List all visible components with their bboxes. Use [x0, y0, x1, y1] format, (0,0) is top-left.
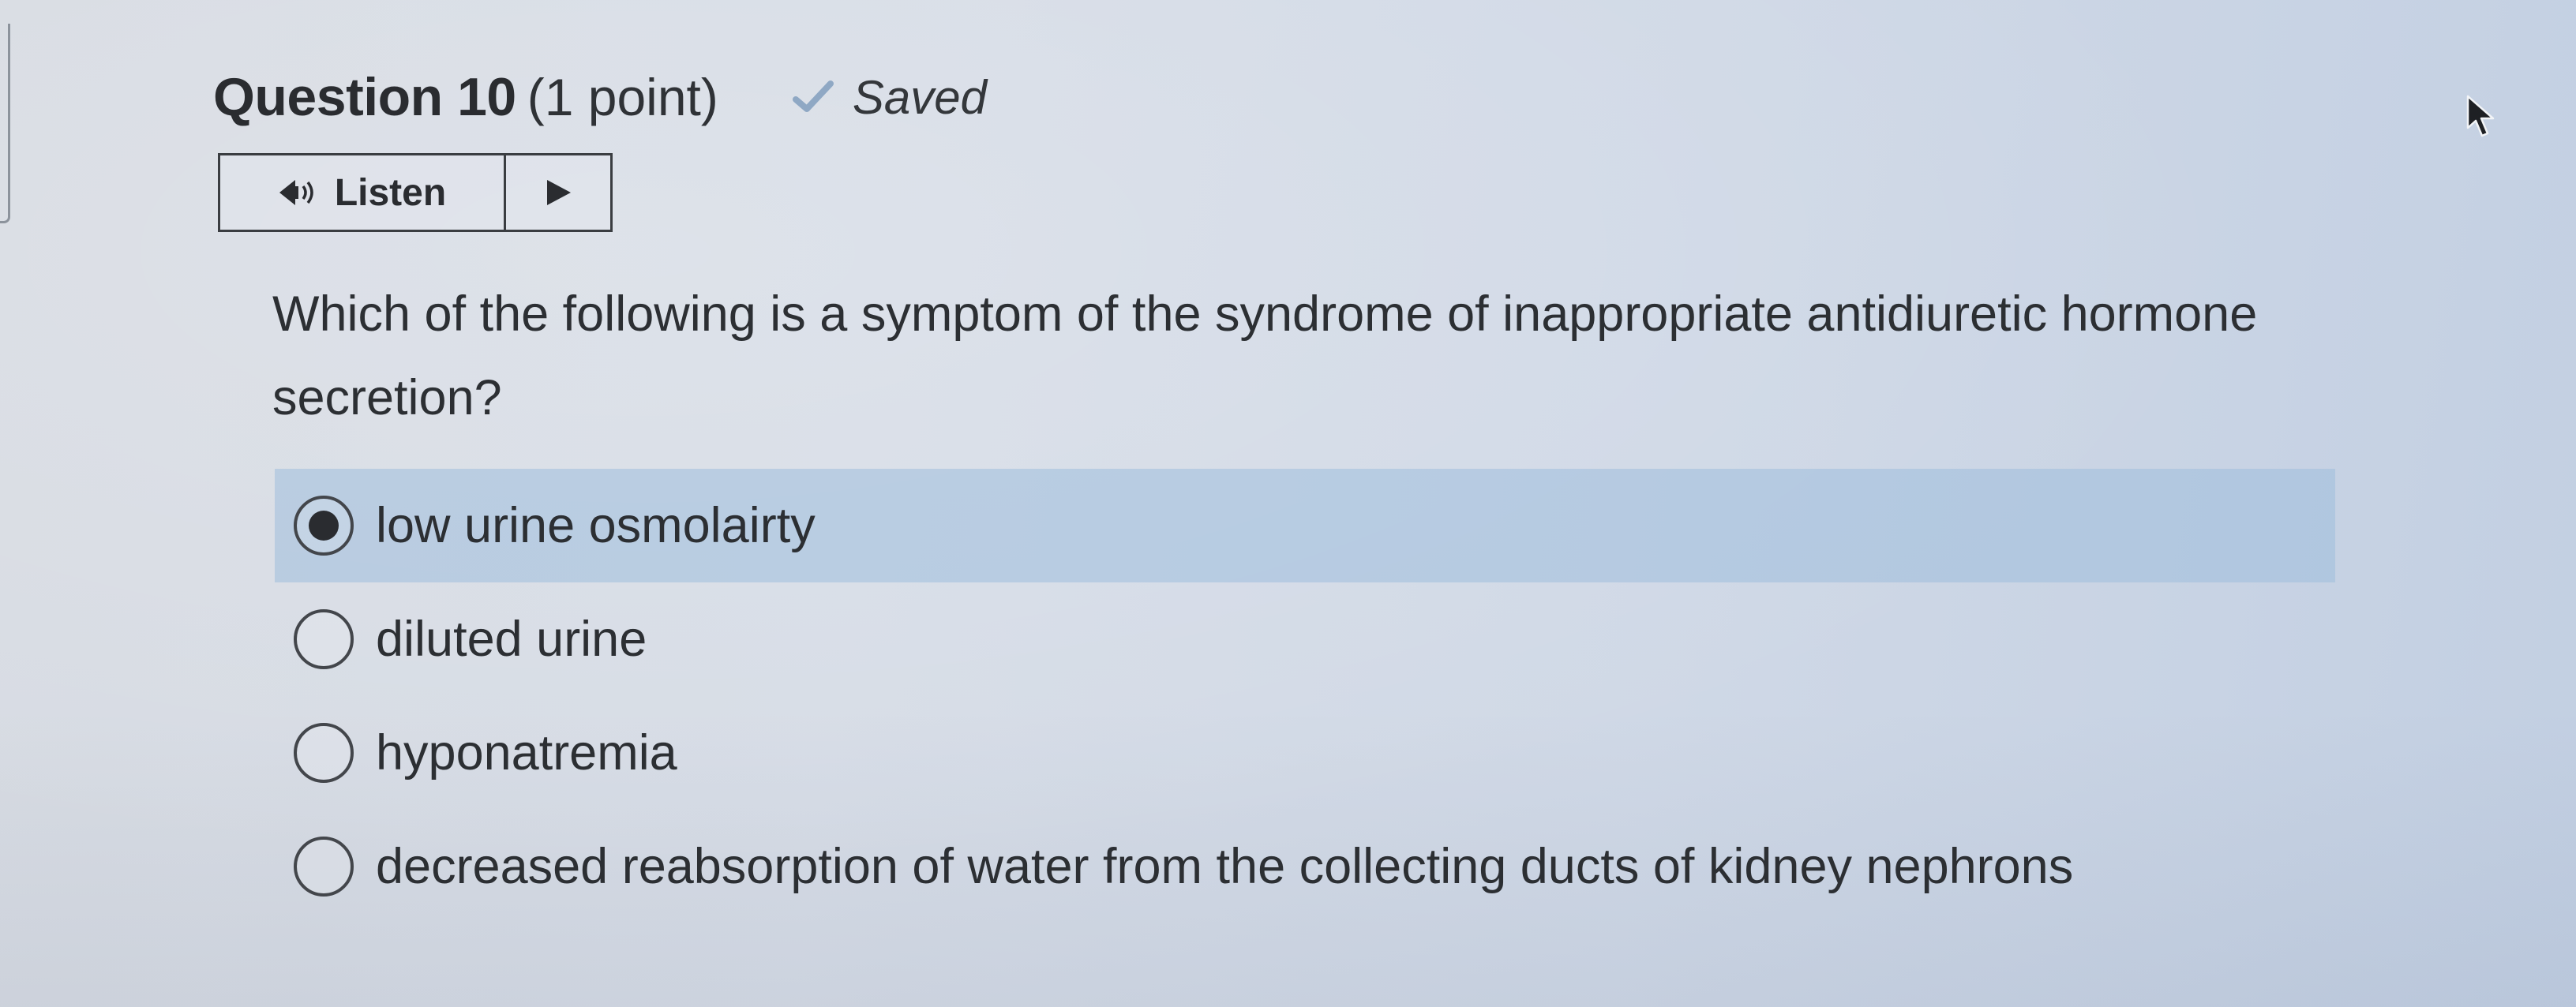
answer-option-label: hyponatremia [376, 725, 677, 781]
mouse-cursor-icon [2466, 95, 2495, 137]
speaker-icon [279, 180, 313, 205]
answer-options: low urine osmolairty diluted urine hypon… [275, 469, 2335, 923]
answer-option[interactable]: diluted urine [275, 582, 2335, 696]
radio-selected-dot [309, 511, 339, 541]
answer-option-label: diluted urine [376, 612, 647, 667]
radio-button[interactable] [294, 609, 354, 669]
answer-option[interactable]: hyponatremia [275, 696, 2335, 810]
question-title: Question 10 [213, 67, 516, 127]
saved-status: Saved [791, 70, 987, 125]
question-prompt: Which of the following is a symptom of t… [272, 286, 2258, 425]
answer-option-label: low urine osmolairty [376, 498, 816, 553]
answer-option[interactable]: decreased reabsorption of water from the… [275, 810, 2335, 923]
answer-option[interactable]: low urine osmolairty [275, 469, 2335, 582]
play-icon [547, 180, 571, 205]
radio-button[interactable] [294, 496, 354, 556]
radio-button[interactable] [294, 723, 354, 783]
check-icon [792, 80, 834, 112]
question-points: (1 point) [527, 68, 718, 126]
answer-option-label: decreased reabsorption of water from the… [376, 839, 2074, 894]
radio-button[interactable] [294, 837, 354, 897]
listen-toolbar: Listen [218, 153, 613, 232]
listen-label: Listen [334, 171, 447, 214]
saved-label: Saved [852, 70, 987, 124]
play-button[interactable] [506, 155, 610, 230]
listen-button[interactable]: Listen [220, 155, 506, 230]
question-header: Question 10 (1 point) Saved [213, 66, 987, 128]
left-panel-edge [0, 24, 10, 223]
